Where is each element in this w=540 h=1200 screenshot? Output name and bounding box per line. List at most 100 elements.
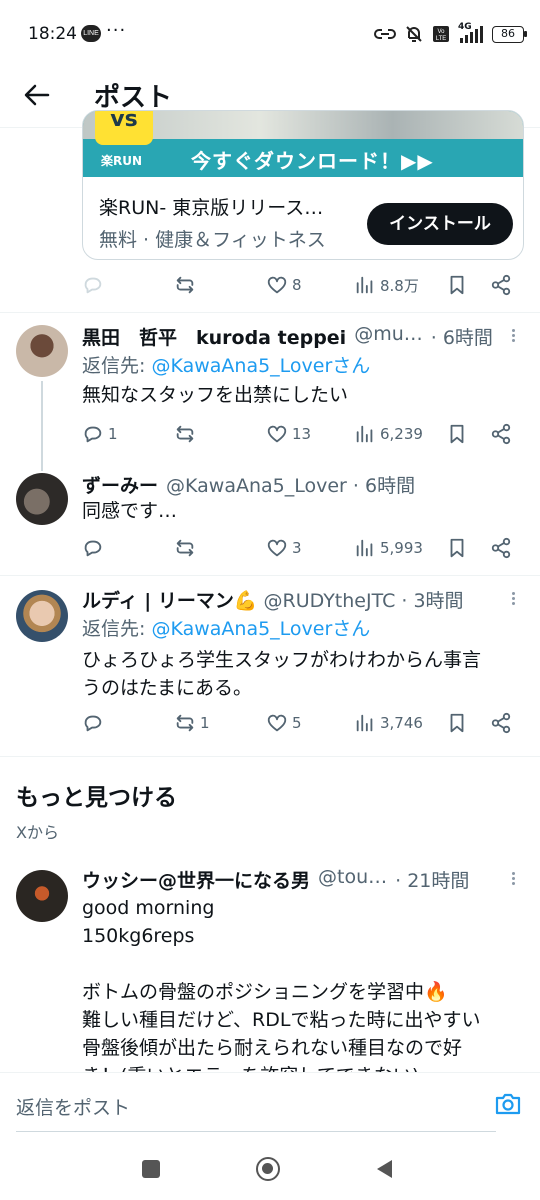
back-arrow-icon[interactable]: [22, 80, 52, 110]
avatar[interactable]: [16, 590, 68, 642]
bookmark-button[interactable]: [446, 423, 468, 445]
reply-count: 1: [108, 425, 118, 443]
views-button[interactable]: 8.8万: [354, 274, 419, 296]
status-bar: 18:24 LINE ··· Vo LTE 4G 86: [0, 0, 540, 70]
author-handle: @RUDYtheJTC · 3時間: [263, 590, 464, 612]
reply-button[interactable]: [82, 712, 104, 734]
like-button[interactable]: 5: [266, 712, 302, 734]
like-button[interactable]: 8: [266, 274, 302, 296]
more-notifications-icon: ···: [106, 20, 127, 41]
discover-post[interactable]: ウッシー@世界一になる男 @tou… · 21時間 good morning 1…: [0, 858, 540, 1072]
like-count: 13: [292, 425, 312, 443]
avatar[interactable]: [16, 473, 68, 525]
reply-post[interactable]: ルディ | リーマン💪 @RUDYtheJTC · 3時間 返信先: @Kawa…: [0, 576, 540, 754]
reply-icon: [84, 540, 102, 557]
views-count: 5,993: [380, 539, 423, 557]
back-triangle-icon[interactable]: [374, 1158, 394, 1180]
share-button[interactable]: [490, 712, 512, 734]
reply-button[interactable]: [82, 274, 104, 296]
repost-button[interactable]: [174, 537, 196, 559]
svg-text:LTE: LTE: [436, 36, 447, 42]
share-icon: [491, 712, 511, 734]
repost-button[interactable]: [174, 274, 196, 296]
heart-icon: [267, 714, 287, 732]
like-count: 3: [292, 539, 302, 557]
views-button[interactable]: 5,993: [354, 537, 423, 559]
more-options-icon[interactable]: [505, 327, 521, 347]
volte-icon: VoLTE: [433, 26, 449, 42]
more-options-icon[interactable]: [505, 870, 521, 890]
bookmark-button[interactable]: [446, 274, 468, 296]
repost-icon: [176, 276, 194, 294]
camera-icon[interactable]: [494, 1091, 522, 1117]
share-button[interactable]: [490, 423, 512, 445]
reply-post[interactable]: ずーみー @KawaAna5_Lover · 6時間 同感です… 3 5,993: [0, 463, 540, 575]
post-text-line: ひょろひょろ学生スタッフがわけわからん事言: [82, 649, 482, 671]
like-button[interactable]: 13: [266, 423, 311, 445]
bookmark-button[interactable]: [446, 537, 468, 559]
action-bar: 1 5 3,746: [0, 710, 540, 740]
views-count: 3,746: [380, 714, 423, 732]
repost-button[interactable]: 1: [174, 712, 210, 734]
reply-to: 返信先: @KawaAna5_Loverさん: [82, 351, 370, 378]
views-count: 8.8万: [380, 276, 419, 295]
home-icon[interactable]: [256, 1157, 280, 1181]
section-title: もっと見つける: [16, 785, 177, 811]
reply-icon: [84, 715, 102, 732]
repost-count: 1: [200, 714, 210, 732]
post-text-line: 難しい種目だけど、RDLで粘った時に出やすい: [82, 1009, 481, 1031]
divider: [0, 756, 540, 757]
bookmark-button[interactable]: [446, 712, 468, 734]
post-header: ルディ | リーマン💪 @RUDYtheJTC · 3時間: [82, 586, 502, 616]
author-name[interactable]: ルディ | リーマン💪: [82, 586, 258, 616]
reply-post[interactable]: 黒田 哲平 kuroda teppei @mu… · 6時間 返信先: @Kaw…: [0, 313, 540, 471]
views-chart-icon: [356, 425, 373, 443]
more-options-icon[interactable]: [505, 590, 521, 610]
app-logo-label: 楽RUN: [101, 154, 143, 168]
ad-card[interactable]: vs 楽RUN 今すぐダウンロード！▶▶ 楽RUN- 東京版リリース… 無料 ·…: [82, 110, 524, 260]
like-button[interactable]: 3: [266, 537, 302, 559]
reply-input[interactable]: 返信をポスト: [16, 1093, 130, 1120]
post-header: ウッシー@世界一になる男 @tou… · 21時間: [82, 866, 502, 896]
reply-underline: [16, 1131, 496, 1132]
action-bar: 1 13 6,239: [0, 421, 540, 451]
reply-to-prefix: 返信先:: [82, 618, 152, 640]
ad-action-bar: 8 8.8万: [0, 272, 540, 302]
author-handle: @tou…: [318, 866, 388, 888]
post-text-line: good morning: [82, 897, 215, 919]
share-icon: [491, 537, 511, 559]
status-time: 18:24: [28, 24, 77, 44]
views-button[interactable]: 6,239: [354, 423, 423, 445]
recent-apps-icon[interactable]: [142, 1160, 160, 1178]
reply-bar: 返信をポスト: [0, 1072, 540, 1134]
avatar[interactable]: [16, 870, 68, 922]
views-button[interactable]: 3,746: [354, 712, 423, 734]
author-name[interactable]: ウッシー@世界一になる男: [82, 866, 310, 896]
share-button[interactable]: [490, 537, 512, 559]
reply-to-link[interactable]: @KawaAna5_Loverさん: [151, 618, 370, 640]
system-nav-bar: [0, 1136, 540, 1200]
repost-button[interactable]: [174, 423, 196, 445]
reply-to: 返信先: @KawaAna5_Loverさん: [82, 614, 370, 641]
bookmark-icon: [450, 275, 464, 295]
status-icons: Vo LTE 4G 86: [374, 22, 527, 46]
ad-banner[interactable]: vs 楽RUN 今すぐダウンロード！▶▶: [83, 111, 523, 177]
share-icon: [491, 423, 511, 445]
post-header: 黒田 哲平 kuroda teppei @mu… · 6時間: [82, 323, 502, 353]
reply-to-link[interactable]: @KawaAna5_Loverさん: [151, 355, 370, 377]
post-text: good morning 150kg6reps ボトムの骨盤のポジショニングを学…: [82, 894, 532, 1072]
line-app-icon: LINE: [81, 25, 101, 42]
author-name[interactable]: 黒田 哲平 kuroda teppei: [82, 323, 346, 353]
post-text-line: 骨盤後傾が出たら耐えられない種目なので好: [82, 1037, 463, 1059]
author-handle: @mu…: [354, 323, 423, 345]
reply-icon: [84, 426, 102, 443]
reply-button[interactable]: [82, 537, 104, 559]
repost-icon: [176, 714, 194, 732]
share-button[interactable]: [490, 274, 512, 296]
reply-button[interactable]: 1: [82, 423, 118, 445]
views-chart-icon: [356, 276, 373, 294]
avatar[interactable]: [16, 325, 68, 377]
install-button[interactable]: インストール: [367, 203, 513, 245]
post-text: ひょろひょろ学生スタッフがわけわからん事言 うのはたまにある。: [82, 646, 522, 702]
app-logo: vs: [95, 111, 153, 145]
